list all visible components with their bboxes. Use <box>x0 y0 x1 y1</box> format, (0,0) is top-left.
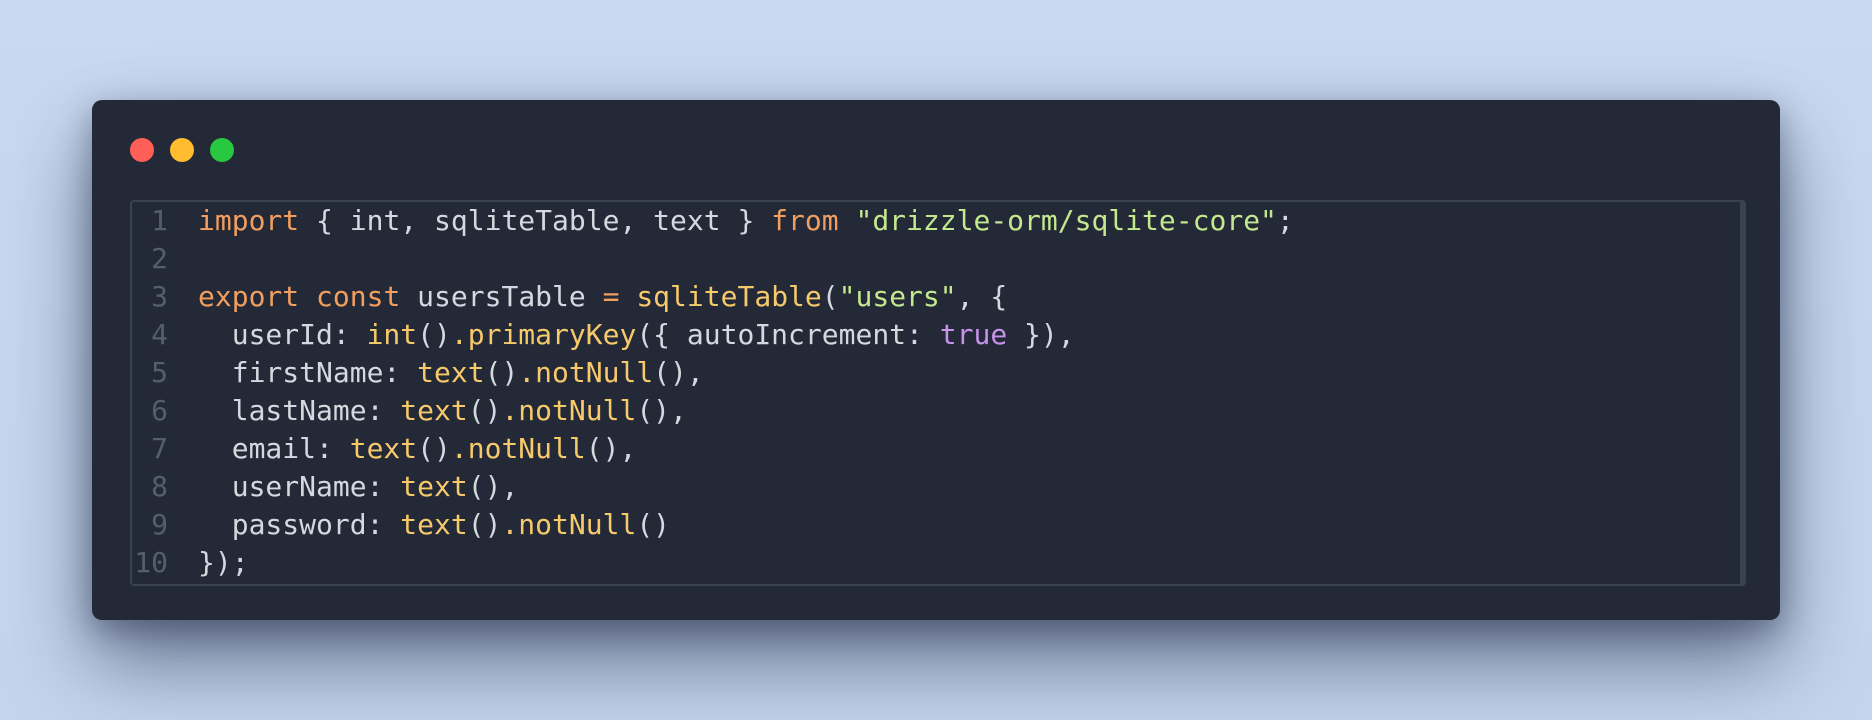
line-number: 10 <box>134 546 168 579</box>
code-text: userName: text(), <box>198 468 519 506</box>
code-token: userId: <box>198 318 367 351</box>
code-token: .notNull <box>518 356 654 389</box>
code-token: , { <box>956 280 1008 313</box>
code-token: int <box>366 318 418 351</box>
code-text: lastName: text().notNull(), <box>198 392 687 430</box>
code-text: firstName: text().notNull(), <box>198 354 704 392</box>
code-token: () <box>467 394 502 427</box>
code-token: const <box>316 280 401 313</box>
code-token: (), <box>636 394 687 427</box>
code-token: ({ autoIncrement: <box>636 318 940 351</box>
code-window: 1 import { int, sqliteTable, text } from … <box>92 100 1780 620</box>
code-token: import <box>198 204 300 237</box>
code-token: "drizzle-orm/sqlite-core" <box>855 204 1277 237</box>
code-token: { int, sqliteTable, text } <box>299 204 772 237</box>
code-token: ( <box>821 280 839 313</box>
code-token: email: <box>198 432 350 465</box>
code-token: .notNull <box>450 432 586 465</box>
code-token: lastName: <box>198 394 401 427</box>
line-number: 4 <box>151 318 168 351</box>
code-token: usersTable <box>400 280 603 313</box>
code-text: email: text().notNull(), <box>198 430 637 468</box>
line-number: 6 <box>151 394 168 427</box>
line-number: 8 <box>151 470 168 503</box>
line-number: 1 <box>151 204 168 237</box>
code-token: text <box>349 432 418 465</box>
code-token: (), <box>467 470 519 503</box>
code-token: (), <box>585 432 637 465</box>
code-text: userId: int().primaryKey({ autoIncrement… <box>198 316 1075 354</box>
code-text: export const usersTable = sqliteTable("u… <box>198 278 1007 316</box>
code-token: text <box>400 394 468 427</box>
code-text: password: text().notNull() <box>198 506 670 544</box>
close-icon[interactable] <box>130 138 154 162</box>
code-token: password: <box>198 508 401 541</box>
code-text: }); <box>198 544 249 582</box>
code-editor[interactable]: 1 import { int, sqliteTable, text } from … <box>130 200 1746 586</box>
code-token: export <box>198 280 300 313</box>
code-token: from <box>771 204 839 237</box>
code-token: }); <box>198 546 249 579</box>
maximize-icon[interactable] <box>210 138 234 162</box>
code-token: () <box>417 432 451 465</box>
code-token: userName: <box>198 470 401 503</box>
code-token: ; <box>1276 204 1294 237</box>
code-token: () <box>484 356 519 389</box>
line-number: 9 <box>151 508 168 541</box>
code-token: (), <box>653 356 704 389</box>
code-token: sqliteTable <box>636 280 822 313</box>
code-token: text <box>400 470 468 503</box>
code-text: import { int, sqliteTable, text } from "… <box>198 202 1294 240</box>
line-number: 3 <box>151 280 168 313</box>
window-controls <box>130 138 234 162</box>
code-token: .notNull <box>501 508 637 541</box>
code-token: () <box>417 318 451 351</box>
vertical-scrollbar[interactable] <box>1740 202 1744 584</box>
code-token: .primaryKey <box>450 318 637 351</box>
code-token: () <box>467 508 502 541</box>
code-token: text <box>400 508 468 541</box>
line-number: 2 <box>151 242 168 275</box>
code-token: }), <box>1007 318 1075 351</box>
minimize-icon[interactable] <box>170 138 194 162</box>
code-token: .notNull <box>501 394 637 427</box>
code-token: = <box>602 280 620 313</box>
code-token: true <box>939 318 1008 351</box>
code-token: text <box>417 356 485 389</box>
code-token: "users" <box>838 280 957 313</box>
code-token: () <box>636 508 671 541</box>
code-token: firstName: <box>198 356 418 389</box>
line-number: 5 <box>151 356 168 389</box>
line-number: 7 <box>151 432 168 465</box>
